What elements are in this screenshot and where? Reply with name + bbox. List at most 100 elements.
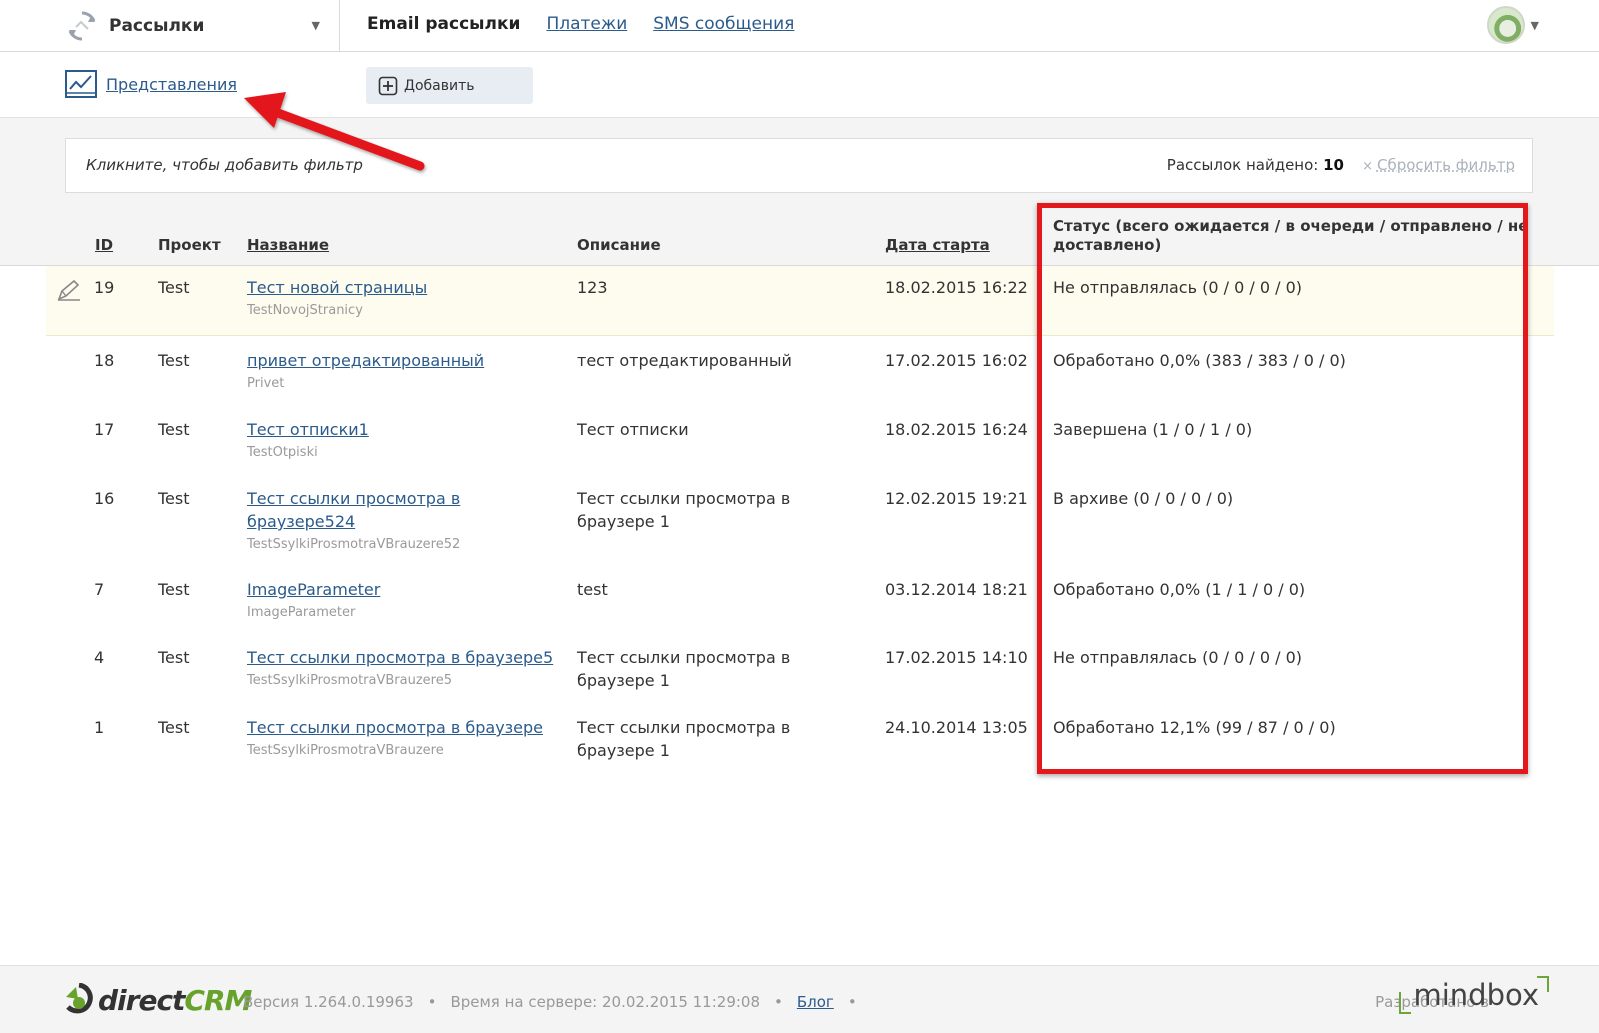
row-description: test bbox=[577, 580, 608, 599]
column-description: Описание bbox=[577, 236, 661, 254]
row-name-cell: Тест ссылки просмотра в браузере524 TestS… bbox=[247, 487, 460, 555]
directcrm-logo-icon bbox=[66, 983, 93, 1014]
row-project: Test bbox=[158, 718, 190, 737]
row-name-line2: браузере524 bbox=[247, 512, 356, 531]
row-name-link[interactable]: привет отредактированный bbox=[247, 351, 484, 370]
row-description-line1: Тест ссылки просмотра в bbox=[577, 718, 791, 737]
separator-dot: • bbox=[847, 993, 857, 1011]
column-id[interactable]: ID bbox=[95, 236, 113, 254]
directcrm-wordmark: directCRM bbox=[98, 983, 252, 1017]
close-icon: × bbox=[1362, 159, 1373, 174]
row-system-name: TestSsylkiProsmotraVBrauzere5 bbox=[247, 673, 453, 688]
row-name-cell: Тест ссылки просмотра в браузере TestSsy… bbox=[247, 716, 543, 761]
footer: directCRM Версия 1.264.0.19963 • Время н… bbox=[0, 965, 1599, 1033]
row-description: Тест ссылки просмотра в браузере 1 bbox=[577, 487, 790, 533]
column-project: Проект bbox=[158, 236, 221, 254]
row-system-name: TestNovojStranicy bbox=[247, 303, 363, 318]
server-time-text: Время на сервере: 20.02.2015 11:29:08 bbox=[450, 993, 761, 1011]
results-count-label: Рассылок найдено: bbox=[1166, 156, 1319, 174]
module-switcher[interactable]: Рассылки ▼ bbox=[64, 6, 334, 46]
separator-dot: • bbox=[774, 993, 783, 1011]
avatar[interactable] bbox=[1486, 6, 1525, 44]
chart-window-icon bbox=[65, 70, 97, 98]
chevron-down-icon[interactable]: ▼ bbox=[1531, 19, 1539, 32]
row-project: Test bbox=[158, 420, 190, 439]
results-count: Рассылок найдено: 10 bbox=[1167, 156, 1344, 174]
mailing-refresh-icon bbox=[64, 8, 100, 44]
row-description-line2: браузере 1 bbox=[577, 671, 670, 690]
divider bbox=[339, 0, 340, 52]
row-id: 7 bbox=[94, 580, 105, 599]
column-name[interactable]: Название bbox=[247, 236, 329, 254]
row-name-cell: ImageParameter ImageParameter bbox=[247, 578, 380, 623]
row-name-link[interactable]: Тест новой страницы bbox=[247, 278, 427, 297]
row-id: 19 bbox=[94, 278, 115, 297]
row-id: 4 bbox=[94, 648, 105, 667]
column-start-date[interactable]: Дата старта bbox=[885, 236, 990, 254]
row-system-name: TestOtpiski bbox=[247, 445, 318, 460]
row-name-cell: Тест отписки1 TestOtpiski bbox=[247, 418, 369, 463]
reset-filter-button[interactable]: × Сбросить фильтр bbox=[1362, 156, 1515, 174]
row-start-date: 18.02.2015 16:22 bbox=[885, 278, 1028, 297]
footer-info: Версия 1.264.0.19963 • Время на сервере:… bbox=[243, 993, 857, 1011]
row-project: Test bbox=[158, 648, 190, 667]
row-name-link[interactable]: Тест ссылки просмотра в браузере bbox=[247, 718, 543, 737]
mindbox-wordmark: mindbox bbox=[1413, 978, 1539, 1012]
row-name-link[interactable]: ImageParameter bbox=[247, 580, 380, 599]
row-name-link[interactable]: Тест ссылки просмотра в браузере5 bbox=[247, 648, 553, 667]
row-description: Тест ссылки просмотра в браузере 1 bbox=[577, 716, 790, 762]
nav-email-mailings: Email рассылки bbox=[367, 14, 521, 34]
row-id: 18 bbox=[94, 351, 115, 370]
row-system-name: ImageParameter bbox=[247, 605, 356, 620]
row-system-name: TestSsylkiProsmotraVBrauzere bbox=[247, 743, 444, 758]
directcrm-logo[interactable]: directCRM bbox=[64, 983, 252, 1017]
row-description: 123 bbox=[577, 278, 608, 297]
views-link[interactable]: Представления bbox=[106, 75, 237, 94]
row-description-line1: Тест ссылки просмотра в bbox=[577, 489, 791, 508]
logo-corner-decoration bbox=[1399, 992, 1412, 1014]
row-id: 16 bbox=[94, 489, 115, 508]
row-start-date: 18.02.2015 16:24 bbox=[885, 420, 1028, 439]
row-project: Test bbox=[158, 351, 190, 370]
row-name-cell: привет отредактированный Privet bbox=[247, 349, 484, 394]
user-menu[interactable]: ▼ bbox=[1486, 6, 1539, 44]
nav-payments[interactable]: Платежи bbox=[546, 14, 627, 34]
main-nav: Email рассылки Платежи SMS сообщения bbox=[367, 14, 794, 34]
row-description: Тест ссылки просмотра в браузере 1 bbox=[577, 646, 790, 692]
nav-sms-messages[interactable]: SMS сообщения bbox=[653, 14, 794, 34]
row-description-line1: Тест ссылки просмотра в bbox=[577, 648, 791, 667]
row-id: 17 bbox=[94, 420, 115, 439]
row-project: Test bbox=[158, 489, 190, 508]
row-start-date: 17.02.2015 16:02 bbox=[885, 351, 1028, 370]
row-name-cell: Тест новой страницы TestNovojStranicy bbox=[247, 276, 427, 321]
row-name-cell: Тест ссылки просмотра в браузере5 TestSs… bbox=[247, 646, 553, 691]
row-description: тест отредактированный bbox=[577, 351, 792, 370]
reset-filter-label: Сбросить фильтр bbox=[1376, 156, 1515, 174]
brand-direct: direct bbox=[98, 983, 185, 1017]
module-name: Рассылки bbox=[109, 16, 205, 36]
logo-corner-decoration bbox=[1537, 976, 1549, 992]
views-control[interactable]: Представления bbox=[64, 69, 237, 99]
row-id: 1 bbox=[94, 718, 105, 737]
row-system-name: Privet bbox=[247, 376, 285, 391]
row-project: Test bbox=[158, 580, 190, 599]
separator-dot: • bbox=[427, 993, 437, 1011]
row-start-date: 03.12.2014 18:21 bbox=[885, 580, 1028, 599]
annotation-arrow-icon bbox=[244, 92, 425, 171]
row-name-link[interactable]: Тест ссылки просмотра в браузере524 bbox=[247, 489, 460, 531]
row-project: Test bbox=[158, 278, 190, 297]
pencil-edit-icon[interactable] bbox=[56, 278, 82, 302]
chevron-down-icon[interactable]: ▼ bbox=[312, 19, 320, 32]
mindbox-logo[interactable]: mindbox bbox=[1399, 976, 1549, 1014]
row-name-link[interactable]: Тест отписки1 bbox=[247, 420, 369, 439]
row-description-line2: браузере 1 bbox=[577, 512, 670, 531]
row-description: Тест отписки bbox=[577, 420, 689, 439]
row-start-date: 12.02.2015 19:21 bbox=[885, 489, 1028, 508]
row-description-line2: браузере 1 bbox=[577, 741, 670, 760]
top-bar: Рассылки ▼ Email рассылки Платежи SMS со… bbox=[0, 0, 1599, 52]
results-count-value: 10 bbox=[1323, 156, 1344, 174]
row-system-name: TestSsylkiProsmotraVBrauzere52 bbox=[247, 537, 461, 552]
version-text: Версия 1.264.0.19963 bbox=[243, 993, 414, 1011]
status-column-highlight bbox=[1037, 203, 1528, 774]
blog-link[interactable]: Блог bbox=[797, 993, 834, 1011]
